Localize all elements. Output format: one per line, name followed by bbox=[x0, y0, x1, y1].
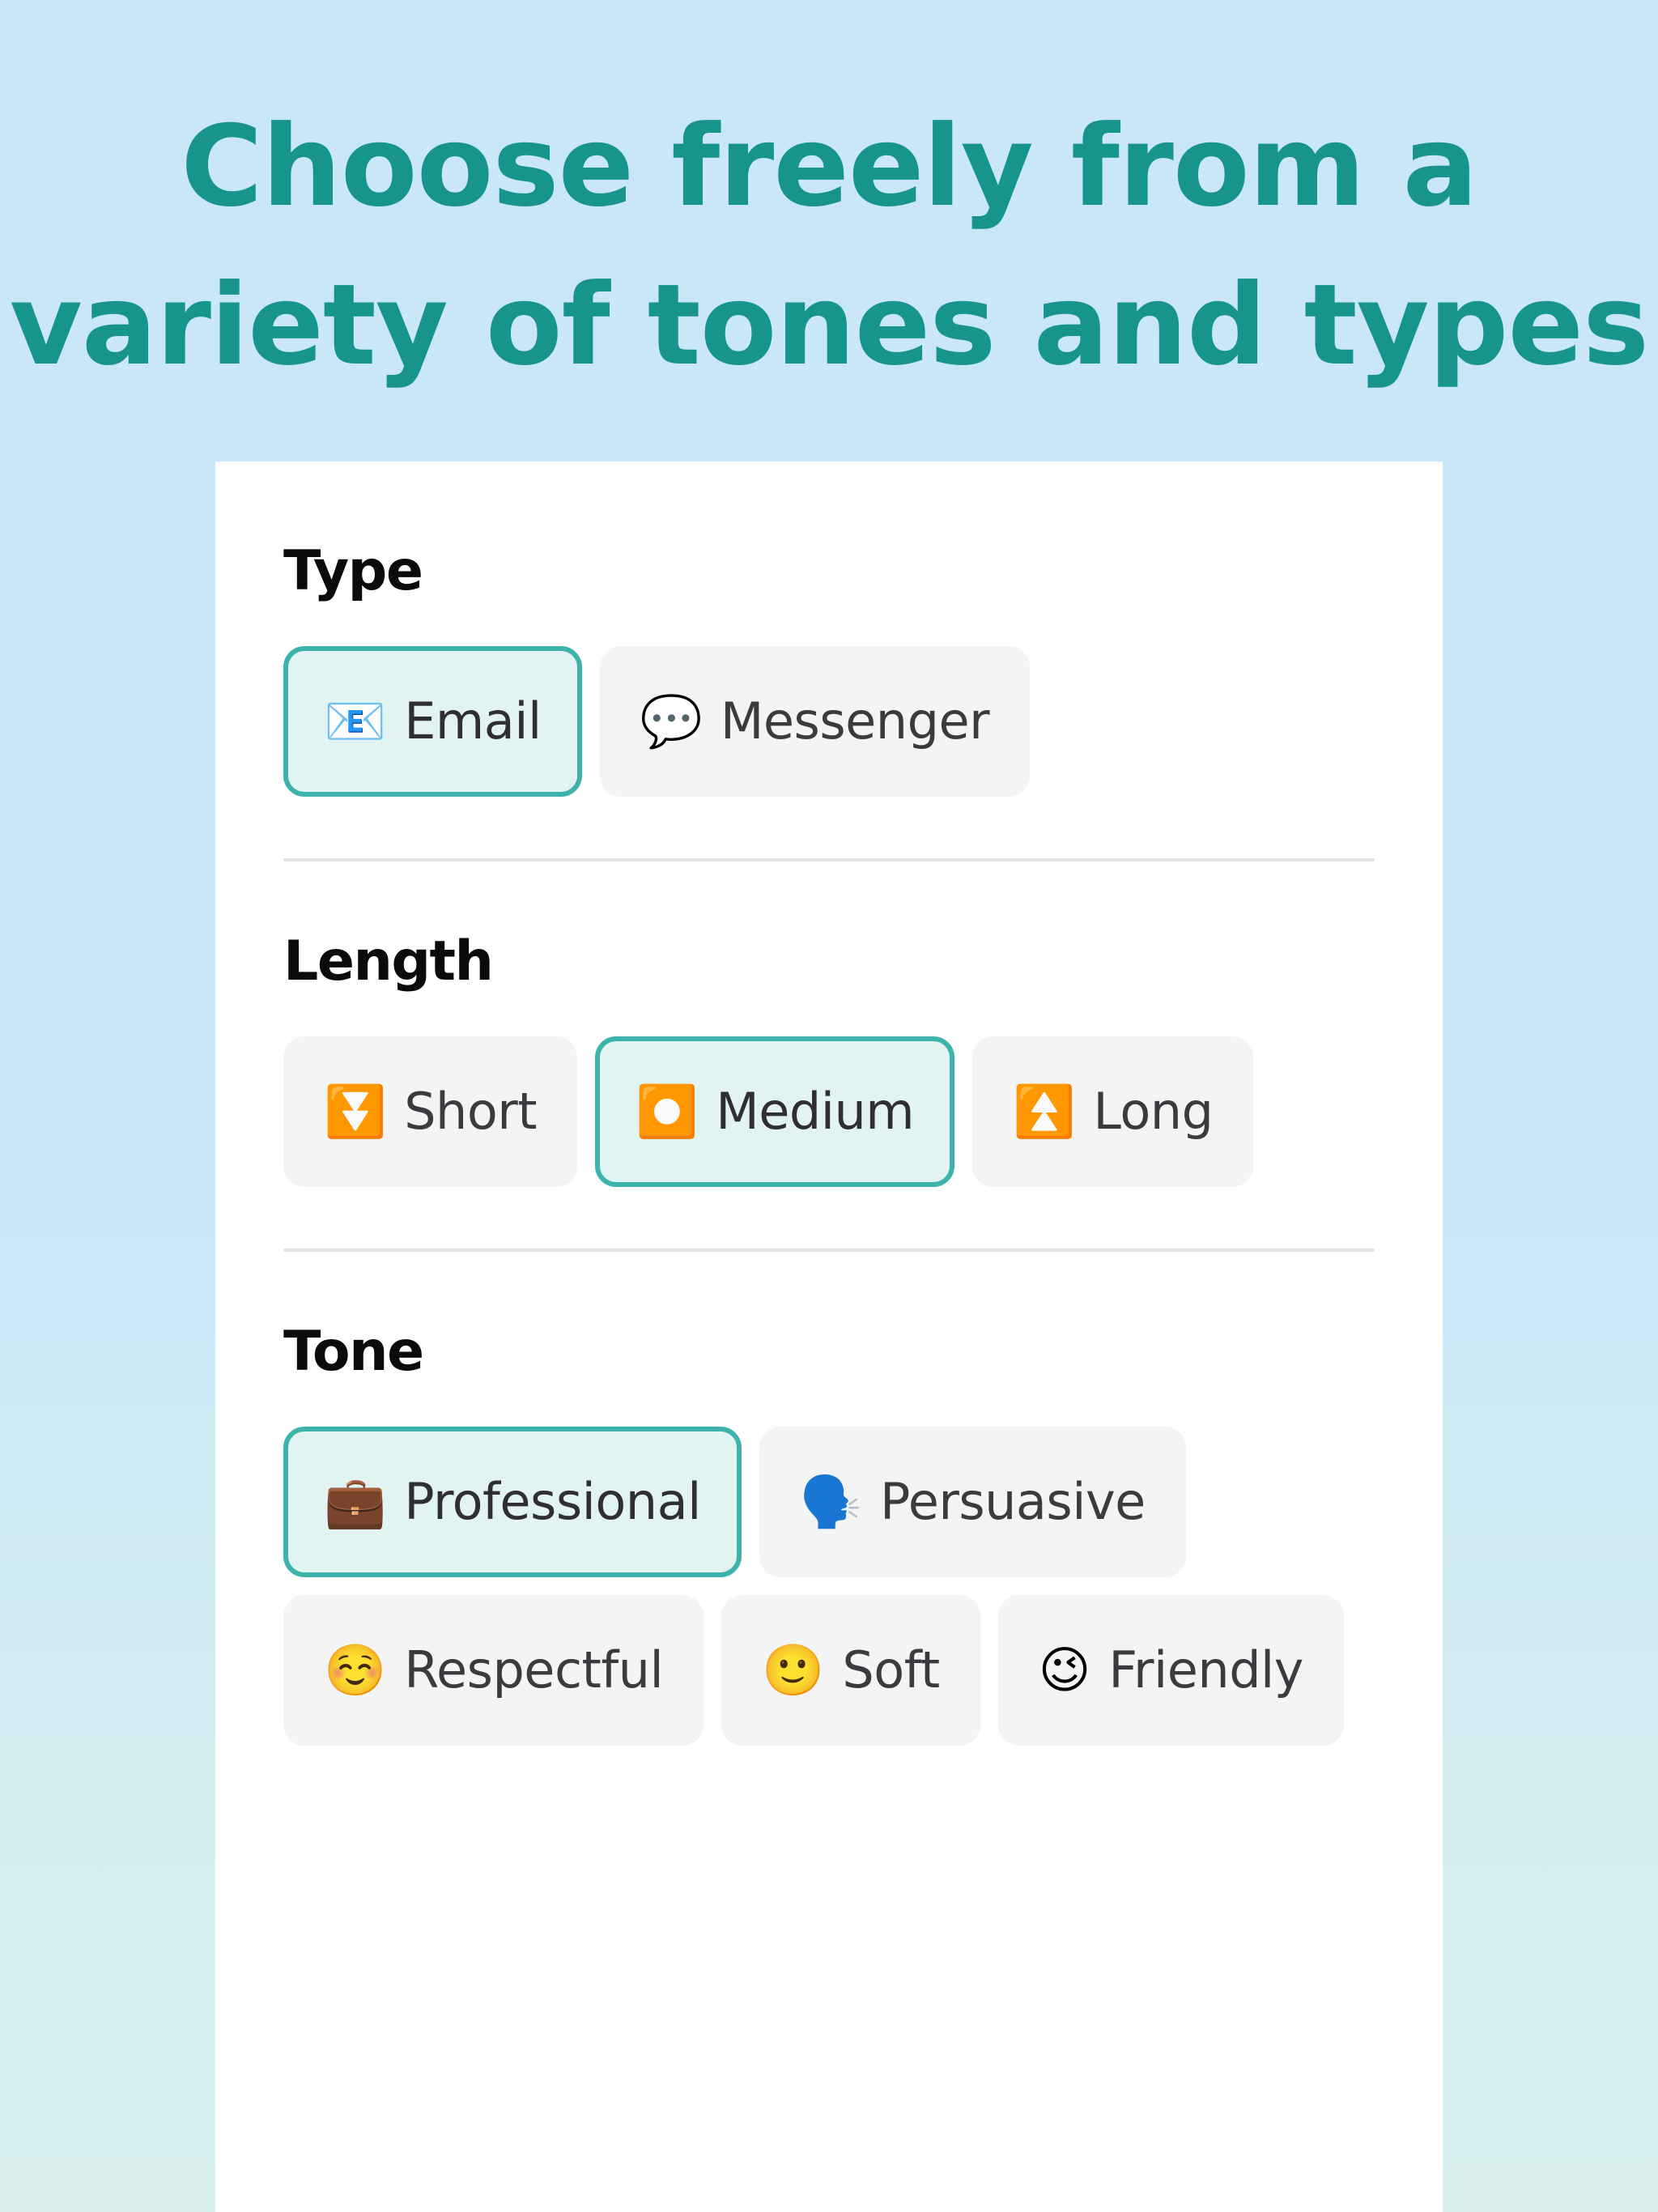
section-title: Length bbox=[283, 929, 494, 993]
option-label: Friendly bbox=[1108, 1640, 1303, 1700]
page-headline: Choose freely from a variety of tones an… bbox=[9, 101, 1649, 390]
speaking-head-emoji: 🗣️ bbox=[799, 1472, 863, 1531]
sections-container: Type 📧 Email 💬 Messenger Length ⏬ Short ⏺️ Medium… bbox=[283, 539, 1375, 1746]
winking-face-emoji: 😉 bbox=[1038, 1640, 1091, 1699]
option-friendly[interactable]: 😉 Friendly bbox=[997, 1595, 1344, 1746]
option-medium[interactable]: ⏺️ Medium bbox=[595, 1036, 955, 1187]
option-label: Professional bbox=[404, 1472, 701, 1532]
section-divider bbox=[283, 858, 1375, 861]
section-tone: Tone 💼 Professional 🗣️ Persuasive ☺️ Respectfu… bbox=[283, 1320, 1375, 1746]
fast-down-arrow-emoji: ⏬ bbox=[324, 1082, 387, 1141]
option-row: ⏬ Short ⏺️ Medium ⏫ Long bbox=[283, 1036, 1375, 1187]
option-messenger[interactable]: 💬 Messenger bbox=[599, 646, 1031, 797]
briefcase-emoji: 💼 bbox=[324, 1472, 387, 1531]
email-emoji: 📧 bbox=[324, 691, 387, 751]
option-short[interactable]: ⏬ Short bbox=[283, 1036, 578, 1187]
section-title: Tone bbox=[283, 1320, 424, 1384]
option-respectful[interactable]: ☺️ Respectful bbox=[283, 1595, 704, 1746]
option-soft[interactable]: 🙂 Soft bbox=[721, 1595, 980, 1746]
option-professional[interactable]: 💼 Professional bbox=[283, 1427, 742, 1577]
slightly-smiling-face-emoji: 🙂 bbox=[762, 1640, 825, 1699]
section-divider bbox=[283, 1249, 1375, 1252]
options-card: Type 📧 Email 💬 Messenger Length ⏬ Short ⏺️ Medium… bbox=[215, 462, 1443, 2212]
smiling-face-emoji: ☺️ bbox=[324, 1640, 387, 1699]
section-title: Type bbox=[283, 539, 423, 603]
record-button-emoji: ⏺️ bbox=[636, 1082, 699, 1141]
option-email[interactable]: 📧 Email bbox=[283, 646, 582, 797]
option-label: Persuasive bbox=[880, 1472, 1146, 1532]
option-label: Email bbox=[404, 691, 542, 751]
option-label: Short bbox=[404, 1082, 538, 1142]
option-label: Long bbox=[1093, 1082, 1214, 1142]
option-row: 💼 Professional 🗣️ Persuasive ☺️ Respectful 🙂 So… bbox=[283, 1427, 1375, 1746]
fast-up-arrow-emoji: ⏫ bbox=[1013, 1082, 1076, 1141]
option-label: Messenger bbox=[720, 691, 990, 751]
section-length: Length ⏬ Short ⏺️ Medium ⏫ Long bbox=[283, 929, 1375, 1252]
option-label: Soft bbox=[842, 1640, 940, 1700]
section-type: Type 📧 Email 💬 Messenger bbox=[283, 539, 1375, 861]
option-label: Medium bbox=[716, 1082, 915, 1142]
option-long[interactable]: ⏫ Long bbox=[972, 1036, 1254, 1187]
speech-balloon-emoji: 💬 bbox=[640, 691, 703, 751]
option-label: Respectful bbox=[404, 1640, 664, 1700]
option-row: 📧 Email 💬 Messenger bbox=[283, 646, 1375, 797]
option-persuasive[interactable]: 🗣️ Persuasive bbox=[759, 1427, 1186, 1577]
